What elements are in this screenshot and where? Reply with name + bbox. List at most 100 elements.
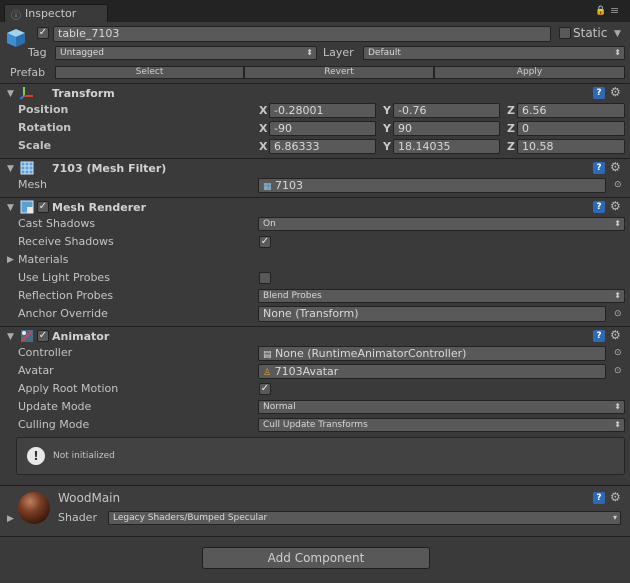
- mesh-filter-gear-icon[interactable]: ⚙: [610, 160, 621, 174]
- controller-label: Controller: [18, 346, 73, 359]
- mesh-field[interactable]: ▦ 7103: [258, 178, 606, 193]
- shader-dropdown[interactable]: Legacy Shaders/Bumped Specular ▾: [108, 511, 621, 525]
- position-z-label[interactable]: Z: [507, 104, 515, 117]
- position-label: Position: [18, 103, 69, 116]
- tag-label: Tag: [28, 46, 47, 59]
- lock-icon[interactable]: 🔒: [595, 6, 606, 16]
- position-z-field[interactable]: 6.56: [517, 103, 625, 118]
- layer-label: Layer: [323, 46, 354, 59]
- mesh-renderer-enabled-checkbox[interactable]: ✓: [37, 201, 49, 213]
- mesh-filter-foldout[interactable]: ▼: [7, 164, 14, 174]
- help-message: Not initialized: [53, 451, 115, 461]
- material-foldout[interactable]: ▶: [7, 514, 14, 524]
- mesh-renderer-help-icon[interactable]: ?: [593, 201, 605, 213]
- mesh-grid-icon: ▦: [263, 182, 272, 192]
- cast-shadows-value: On: [263, 219, 276, 229]
- mesh-filter-title: 7103 (Mesh Filter): [52, 162, 167, 175]
- object-active-checkbox[interactable]: ✓: [37, 27, 49, 39]
- scale-z-label[interactable]: Z: [507, 140, 515, 153]
- rotation-z-field[interactable]: 0: [517, 121, 625, 136]
- animator-icon: [20, 329, 34, 343]
- material-gear-icon[interactable]: ⚙: [610, 490, 621, 504]
- mesh-filter-help-icon[interactable]: ?: [593, 162, 605, 174]
- mesh-label: Mesh: [18, 178, 47, 191]
- object-cube-icon: [5, 27, 27, 49]
- position-y-field[interactable]: -0.76: [393, 103, 500, 118]
- receive-shadows-checkbox[interactable]: ✓: [259, 236, 271, 248]
- mesh-renderer-title: Mesh Renderer: [52, 201, 147, 214]
- mesh-renderer-foldout[interactable]: ▼: [7, 203, 14, 213]
- controller-value: None (RuntimeAnimatorController): [275, 347, 467, 360]
- tag-value: Untagged: [60, 48, 105, 58]
- scale-y-field[interactable]: 18.14035: [393, 139, 500, 154]
- update-mode-label: Update Mode: [18, 400, 92, 413]
- rotation-z-label[interactable]: Z: [507, 122, 515, 135]
- avatar-field[interactable]: ♙ 7103Avatar: [258, 364, 606, 379]
- apply-root-motion-checkbox[interactable]: ✓: [259, 383, 271, 395]
- animator-gear-icon[interactable]: ⚙: [610, 328, 621, 342]
- rotation-y-label[interactable]: Y: [383, 122, 391, 135]
- material-preview-sphere[interactable]: [18, 492, 50, 524]
- mesh-object-picker-icon[interactable]: ⊙: [614, 180, 622, 190]
- mesh-value: 7103: [275, 179, 304, 192]
- help-box: ! Not initialized: [16, 437, 625, 475]
- object-name-field[interactable]: table_7103: [53, 26, 551, 42]
- layer-dropdown-arrow-icon: ⬍: [614, 48, 621, 57]
- scale-z-field[interactable]: 10.58: [517, 139, 625, 154]
- controller-picker-icon[interactable]: ⊙: [614, 348, 622, 358]
- position-x-field[interactable]: -0.28001: [269, 103, 376, 118]
- transform-gear-icon[interactable]: ⚙: [610, 85, 621, 99]
- update-mode-dropdown[interactable]: Normal ⬍: [258, 400, 625, 414]
- rotation-y-field[interactable]: 90: [393, 121, 500, 136]
- divider: [0, 536, 630, 537]
- controller-field[interactable]: ▤ None (RuntimeAnimatorController): [258, 346, 606, 361]
- scale-x-field[interactable]: 6.86333: [269, 139, 376, 154]
- tag-dropdown[interactable]: Untagged ⬍: [55, 46, 317, 60]
- inspector-tab[interactable]: ⓘ Inspector: [4, 4, 108, 22]
- anchor-override-picker-icon[interactable]: ⊙: [614, 309, 622, 319]
- shader-label: Shader: [58, 511, 97, 524]
- avatar-picker-icon[interactable]: ⊙: [614, 366, 622, 376]
- materials-label[interactable]: Materials: [18, 253, 68, 266]
- materials-foldout[interactable]: ▶: [7, 255, 14, 265]
- prefab-select-button[interactable]: Select: [55, 66, 244, 79]
- inspector-tab-label: Inspector: [25, 7, 77, 20]
- info-icon: !: [27, 447, 45, 465]
- animator-enabled-checkbox[interactable]: ✓: [37, 330, 49, 342]
- apply-root-motion-label: Apply Root Motion: [18, 382, 119, 395]
- prefab-apply-button[interactable]: Apply: [434, 66, 625, 79]
- shader-arrow-icon: ▾: [612, 513, 617, 522]
- anchor-override-field[interactable]: None (Transform): [258, 306, 606, 322]
- anchor-override-label: Anchor Override: [18, 307, 108, 320]
- info-icon: ⓘ: [11, 11, 21, 22]
- cast-shadows-arrow-icon: ⬍: [614, 219, 621, 228]
- reflection-probes-dropdown[interactable]: Blend Probes ⬍: [258, 289, 625, 303]
- cast-shadows-dropdown[interactable]: On ⬍: [258, 217, 625, 231]
- culling-mode-label: Culling Mode: [18, 418, 90, 431]
- layer-dropdown[interactable]: Default ⬍: [363, 46, 625, 60]
- animator-foldout[interactable]: ▼: [7, 332, 14, 342]
- prefab-revert-button[interactable]: Revert: [244, 66, 434, 79]
- culling-mode-value: Cull Update Transforms: [263, 420, 368, 430]
- position-y-label[interactable]: Y: [383, 104, 391, 117]
- use-light-probes-label: Use Light Probes: [18, 271, 110, 284]
- layer-value: Default: [368, 48, 401, 58]
- mesh-renderer-gear-icon[interactable]: ⚙: [610, 199, 621, 213]
- position-x-label[interactable]: X: [259, 104, 267, 117]
- transform-help-icon[interactable]: ?: [593, 87, 605, 99]
- receive-shadows-label: Receive Shadows: [18, 235, 114, 248]
- animator-help-icon[interactable]: ?: [593, 330, 605, 342]
- culling-mode-dropdown[interactable]: Cull Update Transforms ⬍: [258, 418, 625, 432]
- scale-x-label[interactable]: X: [259, 140, 267, 153]
- static-checkbox[interactable]: [559, 27, 571, 39]
- static-dropdown-arrow[interactable]: ▼: [614, 29, 621, 39]
- rotation-x-field[interactable]: -90: [269, 121, 376, 136]
- material-help-icon[interactable]: ?: [593, 492, 605, 504]
- use-light-probes-checkbox[interactable]: [259, 272, 271, 284]
- menu-icon[interactable]: ≡: [610, 4, 619, 17]
- add-component-button[interactable]: Add Component: [202, 547, 430, 569]
- scale-label: Scale: [18, 139, 52, 152]
- transform-foldout[interactable]: ▼: [7, 89, 14, 99]
- rotation-x-label[interactable]: X: [259, 122, 267, 135]
- scale-y-label[interactable]: Y: [383, 140, 391, 153]
